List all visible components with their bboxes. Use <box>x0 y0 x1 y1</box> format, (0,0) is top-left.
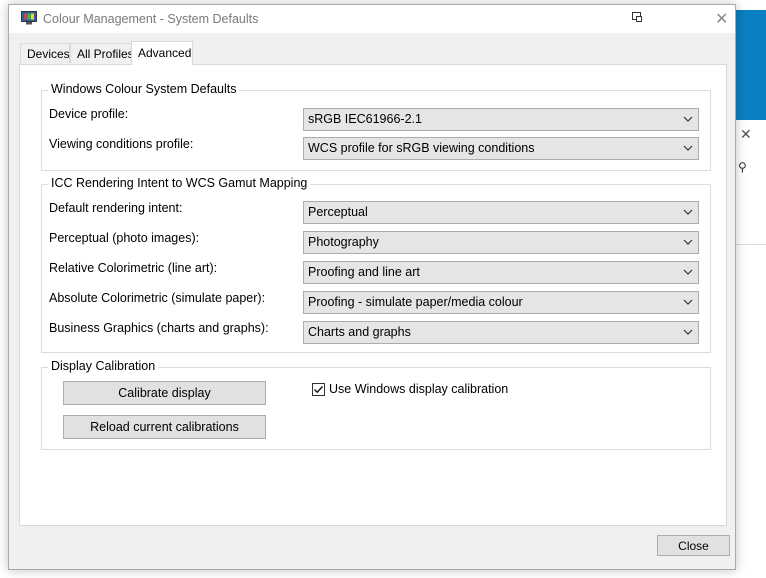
context-help-icon[interactable] <box>631 11 643 26</box>
calibrate-display-button[interactable]: Calibrate display <box>63 381 266 405</box>
perceptual-value: Photography <box>308 235 379 249</box>
title-bar: Colour Management - System Defaults ✕ <box>9 5 735 33</box>
chevron-down-icon <box>683 265 693 279</box>
background-divider <box>736 244 766 245</box>
viewing-conditions-select[interactable]: WCS profile for sRGB viewing conditions <box>303 137 699 160</box>
chevron-down-icon <box>683 235 693 249</box>
relative-colorimetric-value: Proofing and line art <box>308 265 420 279</box>
chevron-down-icon <box>683 295 693 309</box>
window-close-icon[interactable]: ✕ <box>715 9 728 29</box>
default-intent-label: Default rendering intent: <box>49 201 183 215</box>
absolute-colorimetric-value: Proofing - simulate paper/media colour <box>308 295 523 309</box>
default-intent-value: Perceptual <box>308 205 368 219</box>
business-graphics-select[interactable]: Charts and graphs <box>303 321 699 344</box>
advanced-tab-panel: Windows Colour System Defaults Device pr… <box>19 64 727 526</box>
icc-mapping-group: ICC Rendering Intent to WCS Gamut Mappin… <box>41 176 711 353</box>
business-graphics-label: Business Graphics (charts and graphs): <box>49 321 269 335</box>
perceptual-select[interactable]: Photography <box>303 231 699 254</box>
reload-calibrations-button[interactable]: Reload current calibrations <box>63 415 266 439</box>
background-close-icon: ✕ <box>740 126 752 142</box>
window-title: Colour Management - System Defaults <box>43 12 259 26</box>
icc-mapping-title: ICC Rendering Intent to WCS Gamut Mappin… <box>48 176 311 190</box>
perceptual-label: Perceptual (photo images): <box>49 231 200 245</box>
chevron-down-icon <box>683 112 693 126</box>
tab-devices[interactable]: Devices <box>20 43 70 63</box>
viewing-conditions-value: WCS profile for sRGB viewing conditions <box>308 141 535 155</box>
display-calibration-title: Display Calibration <box>48 359 159 373</box>
absolute-colorimetric-label: Absolute Colorimetric (simulate paper): <box>49 291 266 305</box>
chevron-down-icon <box>683 325 693 339</box>
default-intent-select[interactable]: Perceptual <box>303 201 699 224</box>
background-app-header <box>736 10 766 120</box>
close-button[interactable]: Close <box>657 535 730 556</box>
device-profile-value: sRGB IEC61966-2.1 <box>308 112 422 126</box>
relative-colorimetric-select[interactable]: Proofing and line art <box>303 261 699 284</box>
absolute-colorimetric-select[interactable]: Proofing - simulate paper/media colour <box>303 291 699 314</box>
device-profile-label: Device profile: <box>49 107 129 121</box>
background-search-icon: ⚲ <box>738 160 747 174</box>
colour-management-dialog: Colour Management - System Defaults ✕ De… <box>8 4 736 570</box>
use-windows-calibration-label: Use Windows display calibration <box>329 382 509 396</box>
device-profile-select[interactable]: sRGB IEC61966-2.1 <box>303 108 699 131</box>
viewing-conditions-label: Viewing conditions profile: <box>49 137 194 151</box>
wcs-defaults-title: Windows Colour System Defaults <box>48 82 240 96</box>
use-windows-calibration-checkbox[interactable] <box>312 383 325 396</box>
chevron-down-icon <box>683 205 693 219</box>
chevron-down-icon <box>683 141 693 155</box>
colour-management-icon <box>21 11 37 25</box>
relative-colorimetric-label: Relative Colorimetric (line art): <box>49 261 218 275</box>
business-graphics-value: Charts and graphs <box>308 325 411 339</box>
tab-advanced[interactable]: Advanced <box>131 41 193 65</box>
tab-all-profiles[interactable]: All Profiles <box>70 43 134 63</box>
wcs-defaults-group: Windows Colour System Defaults Device pr… <box>41 82 711 171</box>
